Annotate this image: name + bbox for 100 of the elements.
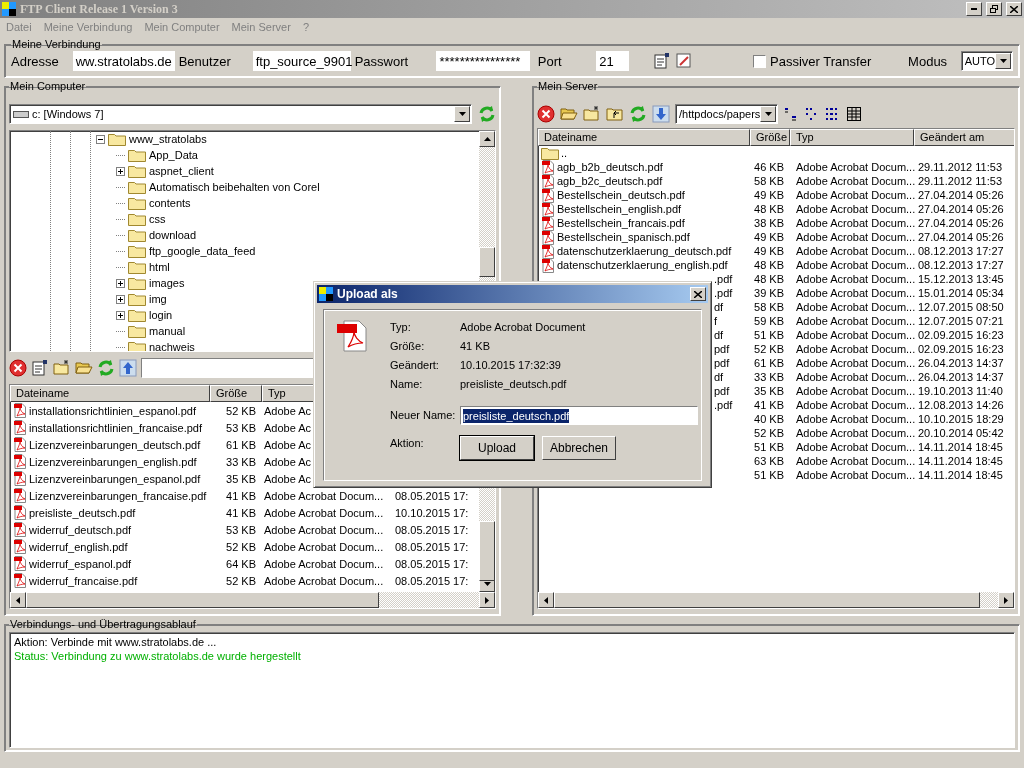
minimize-button[interactable] [966, 2, 982, 16]
username-field[interactable]: ftp_source_9901 [252, 51, 351, 71]
folder-label[interactable]: ftp_google_data_feed [149, 245, 256, 257]
file-name[interactable]: .pdf [714, 273, 733, 285]
file-name[interactable]: Lizenzvereinbarungen_deutsch.pdf [29, 438, 201, 451]
port-field[interactable]: 21 [596, 51, 630, 71]
cancel-icon[interactable] [537, 105, 555, 123]
address-field[interactable]: ww.stratolabs.de [72, 51, 175, 71]
info-label: Name: [390, 377, 424, 391]
file-name[interactable]: f [714, 315, 718, 327]
folder-label[interactable]: img [149, 293, 167, 305]
passive-checkbox[interactable] [753, 54, 767, 68]
properties-icon[interactable] [31, 359, 49, 377]
file-date: 08.12.2013 17:27 [917, 259, 1005, 271]
folder-label[interactable]: nachweis [149, 341, 195, 351]
file-name[interactable]: .pdf [714, 399, 733, 411]
file-name[interactable]: .pdf [714, 287, 733, 299]
file-type: Adobe Acrobat Docum... [795, 329, 914, 341]
file-name[interactable]: pdf [714, 343, 730, 355]
mode-dropdown[interactable]: AUTO [960, 51, 1013, 71]
properties-icon[interactable] [652, 52, 671, 70]
file-name[interactable]: df [714, 329, 724, 341]
folder-label[interactable]: aspnet_client [149, 165, 214, 177]
file-name[interactable]: widerruf_english.pdf [29, 540, 128, 553]
open-folder-icon[interactable] [75, 359, 93, 377]
column-header[interactable]: Typ [790, 129, 914, 146]
column-header[interactable]: Größe [750, 129, 790, 146]
restore-button[interactable] [986, 2, 1002, 16]
file-type: Adobe Acrobat Docum... [795, 399, 914, 411]
file-name[interactable]: Lizenzvereinbarungen_english.pdf [29, 455, 197, 468]
file-name[interactable]: .. [561, 147, 568, 159]
folder-label[interactable]: css [149, 213, 166, 225]
file-name[interactable]: pdf [714, 385, 730, 397]
file-name[interactable]: Lizenzvereinbarungen_francaise.pdf [29, 489, 207, 502]
file-name[interactable]: df [714, 301, 724, 313]
pdf-file-icon [541, 187, 555, 203]
file-name[interactable]: Bestellschein_english.pdf [557, 203, 682, 215]
expand-toggle[interactable] [116, 294, 125, 304]
open-folder-icon[interactable] [560, 105, 578, 123]
file-size: 46 KB [753, 161, 785, 173]
column-header[interactable]: Dateiname [10, 385, 210, 402]
scroll-thumb[interactable] [26, 592, 380, 608]
file-name[interactable]: agb_b2b_deutsch.pdf [557, 161, 663, 173]
pdf-file-icon [13, 437, 27, 452]
folder-label[interactable]: manual [149, 325, 186, 337]
cancel-icon[interactable] [9, 359, 27, 377]
file-name[interactable]: datenschutzerklaerung_deutsch.pdf [557, 245, 732, 257]
folder-label[interactable]: download [149, 229, 197, 241]
close-button[interactable] [1006, 2, 1022, 16]
drive-dropdown[interactable]: c: [Windows 7] [9, 104, 472, 124]
file-name[interactable]: agb_b2c_deutsch.pdf [557, 175, 663, 187]
folder-label[interactable]: login [149, 309, 173, 321]
folder-icon [128, 244, 146, 258]
new-name-field[interactable]: preisliste_deutsch.pdf [460, 406, 698, 425]
file-name[interactable]: installationsrichtlinien_espanol.pdf [29, 404, 196, 417]
folder-label[interactable]: Automatisch beibehalten von Corel [149, 181, 320, 193]
file-name[interactable]: Bestellschein_deutsch.pdf [557, 189, 685, 201]
file-name[interactable]: Lizenzvereinbarungen_espanol.pdf [29, 472, 201, 485]
file-name[interactable]: preisliste_deutsch.pdf [29, 506, 136, 519]
edit-connection-icon[interactable] [674, 52, 693, 70]
column-header[interactable]: Geändert am [914, 129, 1014, 146]
folder-label[interactable]: App_Data [149, 149, 198, 161]
folder-label[interactable]: images [149, 277, 185, 289]
parent-folder-icon[interactable] [606, 105, 624, 123]
collapse-toggle[interactable] [96, 134, 105, 144]
new-folder-icon[interactable] [583, 105, 601, 123]
file-name[interactable]: Bestellschein_francais.pdf [557, 217, 685, 229]
pdf-file-icon [541, 257, 555, 273]
file-name[interactable]: datenschutzerklaerung_english.pdf [557, 259, 728, 271]
details-view-icon[interactable] [846, 106, 863, 122]
file-date: 20.10.2014 05:42 [917, 427, 1005, 439]
column-header[interactable]: Größe [210, 385, 262, 402]
file-date: 14.11.2014 18:45 [917, 441, 1004, 453]
column-header[interactable]: Dateiname [538, 129, 750, 146]
password-field[interactable]: **************** [436, 51, 530, 71]
file-name[interactable]: widerruf_francaise.pdf [29, 574, 138, 587]
file-name[interactable]: Bestellschein_spanisch.pdf [557, 231, 690, 243]
folder-label[interactable]: contents [149, 197, 191, 209]
file-size: 48 KB [753, 203, 785, 215]
file-name[interactable]: pdf [714, 357, 730, 369]
folder-label[interactable]: html [149, 261, 170, 273]
file-type: Adobe Acrobat Docum... [795, 315, 914, 327]
scroll-thumb[interactable] [479, 247, 495, 277]
file-name[interactable]: widerruf_deutsch.pdf [29, 523, 132, 536]
cancel-button[interactable]: Abbrechen [542, 436, 616, 460]
file-date: 10.10.2015 17: [394, 506, 470, 519]
expand-toggle[interactable] [116, 166, 125, 176]
scroll-thumb[interactable] [479, 521, 495, 581]
upload-button[interactable]: Upload [460, 436, 534, 460]
expand-toggle[interactable] [116, 278, 125, 288]
expand-toggle[interactable] [116, 310, 125, 320]
folder-label[interactable]: www_stratolabs [129, 133, 207, 145]
server-path-dropdown[interactable]: /httpdocs/papers [675, 104, 779, 124]
file-name[interactable]: installationsrichtlinien_francaise.pdf [29, 421, 203, 434]
file-date: 02.09.2015 16:23 [917, 343, 1005, 355]
pdf-file-icon [13, 556, 27, 571]
file-name[interactable]: df [714, 371, 724, 383]
close-button[interactable] [690, 287, 706, 301]
horizontal-scrollbar[interactable] [10, 592, 495, 608]
file-name[interactable]: widerruf_espanol.pdf [29, 557, 132, 570]
